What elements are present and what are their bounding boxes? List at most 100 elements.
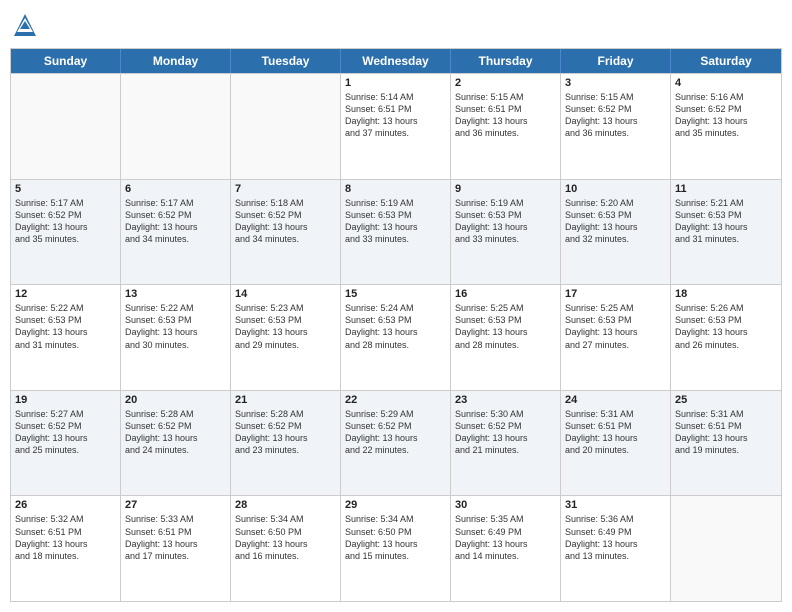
calendar-cell-11: 11 Sunrise: 5:21 AM Sunset: 6:53 PM Dayli… bbox=[671, 180, 781, 285]
day-number: 2 bbox=[455, 77, 556, 89]
calendar-cell-30: 30 Sunrise: 5:35 AM Sunset: 6:49 PM Dayli… bbox=[451, 496, 561, 601]
calendar-cell-8: 8 Sunrise: 5:19 AM Sunset: 6:53 PM Daylig… bbox=[341, 180, 451, 285]
day-number: 1 bbox=[345, 77, 446, 89]
cell-info: Sunrise: 5:14 AM Sunset: 6:51 PM Dayligh… bbox=[345, 91, 446, 140]
calendar-cell-12: 12 Sunrise: 5:22 AM Sunset: 6:53 PM Dayli… bbox=[11, 285, 121, 390]
cell-info: Sunrise: 5:20 AM Sunset: 6:53 PM Dayligh… bbox=[565, 197, 666, 246]
day-number: 14 bbox=[235, 288, 336, 300]
cell-info: Sunrise: 5:15 AM Sunset: 6:52 PM Dayligh… bbox=[565, 91, 666, 140]
day-number: 7 bbox=[235, 183, 336, 195]
day-number: 26 bbox=[15, 499, 116, 511]
cell-info: Sunrise: 5:35 AM Sunset: 6:49 PM Dayligh… bbox=[455, 513, 556, 562]
calendar-cell-empty-0-0 bbox=[11, 74, 121, 179]
cell-info: Sunrise: 5:18 AM Sunset: 6:52 PM Dayligh… bbox=[235, 197, 336, 246]
cell-info: Sunrise: 5:28 AM Sunset: 6:52 PM Dayligh… bbox=[235, 408, 336, 457]
calendar-cell-31: 31Sunrise: 5:36 AM Sunset: 6:49 PM Dayli… bbox=[561, 496, 671, 601]
day-number: 10 bbox=[565, 183, 666, 195]
calendar-cell-empty-0-1 bbox=[121, 74, 231, 179]
header-day-saturday: Saturday bbox=[671, 49, 781, 73]
calendar-cell-24: 24 Sunrise: 5:31 AM Sunset: 6:51 PM Dayli… bbox=[561, 391, 671, 496]
calendar-row-0: 1 Sunrise: 5:14 AM Sunset: 6:51 PM Daylig… bbox=[11, 73, 781, 179]
cell-info: Sunrise: 5:19 AM Sunset: 6:53 PM Dayligh… bbox=[455, 197, 556, 246]
calendar-cell-5: 5Sunrise: 5:17 AM Sunset: 6:52 PM Daylig… bbox=[11, 180, 121, 285]
cell-info: Sunrise: 5:31 AM Sunset: 6:51 PM Dayligh… bbox=[565, 408, 666, 457]
cell-info: Sunrise: 5:23 AM Sunset: 6:53 PM Dayligh… bbox=[235, 302, 336, 351]
cell-info: Sunrise: 5:36 AM Sunset: 6:49 PM Dayligh… bbox=[565, 513, 666, 562]
calendar-cell-21: 21 Sunrise: 5:28 AM Sunset: 6:52 PM Dayli… bbox=[231, 391, 341, 496]
calendar-cell-15: 15Sunrise: 5:24 AM Sunset: 6:53 PM Dayli… bbox=[341, 285, 451, 390]
cell-info: Sunrise: 5:31 AM Sunset: 6:51 PM Dayligh… bbox=[675, 408, 777, 457]
logo-icon bbox=[10, 10, 40, 40]
cell-info: Sunrise: 5:29 AM Sunset: 6:52 PM Dayligh… bbox=[345, 408, 446, 457]
calendar-cell-25: 25 Sunrise: 5:31 AM Sunset: 6:51 PM Dayli… bbox=[671, 391, 781, 496]
calendar-body: 1 Sunrise: 5:14 AM Sunset: 6:51 PM Daylig… bbox=[11, 73, 781, 601]
cell-info: Sunrise: 5:22 AM Sunset: 6:53 PM Dayligh… bbox=[125, 302, 226, 351]
day-number: 30 bbox=[455, 499, 556, 511]
calendar-cell-7: 7 Sunrise: 5:18 AM Sunset: 6:52 PM Daylig… bbox=[231, 180, 341, 285]
calendar-cell-14: 14 Sunrise: 5:23 AM Sunset: 6:53 PM Dayli… bbox=[231, 285, 341, 390]
header-day-tuesday: Tuesday bbox=[231, 49, 341, 73]
calendar-cell-10: 10 Sunrise: 5:20 AM Sunset: 6:53 PM Dayli… bbox=[561, 180, 671, 285]
cell-info: Sunrise: 5:16 AM Sunset: 6:52 PM Dayligh… bbox=[675, 91, 777, 140]
calendar-cell-26: 26 Sunrise: 5:32 AM Sunset: 6:51 PM Dayli… bbox=[11, 496, 121, 601]
day-number: 16 bbox=[455, 288, 556, 300]
header-day-wednesday: Wednesday bbox=[341, 49, 451, 73]
calendar-row-2: 12 Sunrise: 5:22 AM Sunset: 6:53 PM Dayli… bbox=[11, 284, 781, 390]
calendar-cell-4: 4 Sunrise: 5:16 AM Sunset: 6:52 PM Daylig… bbox=[671, 74, 781, 179]
calendar-cell-6: 6Sunrise: 5:17 AM Sunset: 6:52 PM Daylig… bbox=[121, 180, 231, 285]
calendar-cell-28: 28 Sunrise: 5:34 AM Sunset: 6:50 PM Dayli… bbox=[231, 496, 341, 601]
calendar-cell-1: 1 Sunrise: 5:14 AM Sunset: 6:51 PM Daylig… bbox=[341, 74, 451, 179]
header-day-thursday: Thursday bbox=[451, 49, 561, 73]
cell-info: Sunrise: 5:17 AM Sunset: 6:52 PM Dayligh… bbox=[15, 197, 116, 246]
day-number: 22 bbox=[345, 394, 446, 406]
calendar-cell-27: 27Sunrise: 5:33 AM Sunset: 6:51 PM Dayli… bbox=[121, 496, 231, 601]
day-number: 24 bbox=[565, 394, 666, 406]
cell-info: Sunrise: 5:34 AM Sunset: 6:50 PM Dayligh… bbox=[235, 513, 336, 562]
calendar-row-4: 26 Sunrise: 5:32 AM Sunset: 6:51 PM Dayli… bbox=[11, 495, 781, 601]
calendar-cell-20: 20Sunrise: 5:28 AM Sunset: 6:52 PM Dayli… bbox=[121, 391, 231, 496]
day-number: 19 bbox=[15, 394, 116, 406]
day-number: 25 bbox=[675, 394, 777, 406]
day-number: 6 bbox=[125, 183, 226, 195]
cell-info: Sunrise: 5:32 AM Sunset: 6:51 PM Dayligh… bbox=[15, 513, 116, 562]
day-number: 27 bbox=[125, 499, 226, 511]
calendar-cell-9: 9 Sunrise: 5:19 AM Sunset: 6:53 PM Daylig… bbox=[451, 180, 561, 285]
header-day-sunday: Sunday bbox=[11, 49, 121, 73]
day-number: 18 bbox=[675, 288, 777, 300]
header bbox=[10, 10, 782, 40]
calendar-row-3: 19Sunrise: 5:27 AM Sunset: 6:52 PM Dayli… bbox=[11, 390, 781, 496]
calendar-cell-2: 2Sunrise: 5:15 AM Sunset: 6:51 PM Daylig… bbox=[451, 74, 561, 179]
calendar-cell-13: 13 Sunrise: 5:22 AM Sunset: 6:53 PM Dayli… bbox=[121, 285, 231, 390]
calendar-cell-23: 23 Sunrise: 5:30 AM Sunset: 6:52 PM Dayli… bbox=[451, 391, 561, 496]
cell-info: Sunrise: 5:19 AM Sunset: 6:53 PM Dayligh… bbox=[345, 197, 446, 246]
day-number: 11 bbox=[675, 183, 777, 195]
day-number: 8 bbox=[345, 183, 446, 195]
header-day-friday: Friday bbox=[561, 49, 671, 73]
day-number: 9 bbox=[455, 183, 556, 195]
calendar-cell-empty-0-2 bbox=[231, 74, 341, 179]
calendar-cell-29: 29Sunrise: 5:34 AM Sunset: 6:50 PM Dayli… bbox=[341, 496, 451, 601]
cell-info: Sunrise: 5:25 AM Sunset: 6:53 PM Dayligh… bbox=[455, 302, 556, 351]
day-number: 23 bbox=[455, 394, 556, 406]
calendar: SundayMondayTuesdayWednesdayThursdayFrid… bbox=[10, 48, 782, 602]
day-number: 21 bbox=[235, 394, 336, 406]
calendar-cell-18: 18Sunrise: 5:26 AM Sunset: 6:53 PM Dayli… bbox=[671, 285, 781, 390]
calendar-cell-empty-4-6 bbox=[671, 496, 781, 601]
cell-info: Sunrise: 5:22 AM Sunset: 6:53 PM Dayligh… bbox=[15, 302, 116, 351]
day-number: 4 bbox=[675, 77, 777, 89]
cell-info: Sunrise: 5:25 AM Sunset: 6:53 PM Dayligh… bbox=[565, 302, 666, 351]
cell-info: Sunrise: 5:21 AM Sunset: 6:53 PM Dayligh… bbox=[675, 197, 777, 246]
logo bbox=[10, 10, 44, 40]
calendar-cell-16: 16 Sunrise: 5:25 AM Sunset: 6:53 PM Dayli… bbox=[451, 285, 561, 390]
cell-info: Sunrise: 5:24 AM Sunset: 6:53 PM Dayligh… bbox=[345, 302, 446, 351]
day-number: 20 bbox=[125, 394, 226, 406]
header-day-monday: Monday bbox=[121, 49, 231, 73]
day-number: 13 bbox=[125, 288, 226, 300]
calendar-header-row: SundayMondayTuesdayWednesdayThursdayFrid… bbox=[11, 49, 781, 73]
day-number: 12 bbox=[15, 288, 116, 300]
cell-info: Sunrise: 5:30 AM Sunset: 6:52 PM Dayligh… bbox=[455, 408, 556, 457]
day-number: 17 bbox=[565, 288, 666, 300]
day-number: 28 bbox=[235, 499, 336, 511]
calendar-cell-3: 3Sunrise: 5:15 AM Sunset: 6:52 PM Daylig… bbox=[561, 74, 671, 179]
page: SundayMondayTuesdayWednesdayThursdayFrid… bbox=[0, 0, 792, 612]
